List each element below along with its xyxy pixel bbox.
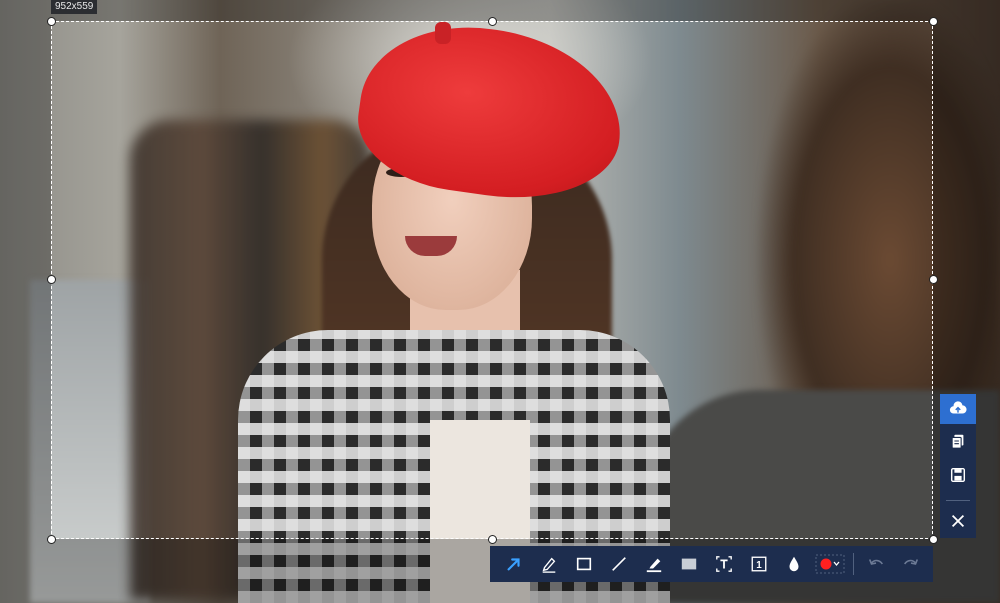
- resize-handle-top-left[interactable]: [47, 17, 56, 26]
- dim-top: [0, 0, 1000, 21]
- rectangle-tool-button[interactable]: [566, 546, 601, 582]
- undo-icon: [868, 559, 883, 565]
- annotation-toolbar: 1: [490, 546, 933, 582]
- selection-size-label: 952x559: [51, 0, 98, 14]
- highlighter-icon: [646, 558, 661, 573]
- line-tool-button[interactable]: [601, 546, 636, 582]
- resize-handle-bottom[interactable]: [488, 535, 497, 544]
- arrow-tool-button[interactable]: [496, 546, 531, 582]
- save-icon: [950, 467, 966, 483]
- copy-icon: [951, 434, 964, 449]
- save-button[interactable]: [940, 460, 976, 490]
- close-icon: [951, 514, 965, 528]
- resize-handle-left[interactable]: [47, 275, 56, 284]
- resize-handle-top-right[interactable]: [929, 17, 938, 26]
- step-number-label: 1: [756, 560, 762, 571]
- pen-tool-button[interactable]: [531, 546, 566, 582]
- resize-handle-bottom-left[interactable]: [47, 535, 56, 544]
- color-picker-icon: [815, 554, 845, 574]
- redo-button[interactable]: [893, 546, 928, 582]
- redo-icon: [903, 559, 918, 565]
- selection-rectangle[interactable]: [51, 21, 933, 539]
- step-number-tool-button[interactable]: 1: [741, 546, 776, 582]
- rectangle-icon: [576, 557, 591, 571]
- arrow-icon: [507, 558, 520, 571]
- text-icon: [715, 556, 732, 572]
- copy-button[interactable]: [940, 426, 976, 456]
- line-icon: [611, 557, 626, 571]
- text-tool-button[interactable]: [706, 546, 741, 582]
- sidebar-divider: [946, 500, 970, 501]
- color-picker-button[interactable]: [811, 546, 849, 582]
- toolbar-divider: [853, 553, 854, 575]
- drop-icon: [789, 556, 798, 572]
- dim-left: [0, 21, 51, 539]
- fill-tool-button[interactable]: [776, 546, 811, 582]
- pen-icon: [542, 557, 555, 573]
- resize-handle-top[interactable]: [488, 17, 497, 26]
- action-sidebar: [940, 394, 976, 538]
- resize-handle-right[interactable]: [929, 275, 938, 284]
- undo-button[interactable]: [858, 546, 893, 582]
- cloud-upload-icon: [949, 401, 967, 414]
- upload-button[interactable]: [940, 394, 976, 424]
- blur-icon: [681, 558, 696, 570]
- step-number-icon: 1: [751, 556, 766, 572]
- highlighter-tool-button[interactable]: [636, 546, 671, 582]
- resize-handle-bottom-right[interactable]: [929, 535, 938, 544]
- blur-tool-button[interactable]: [671, 546, 706, 582]
- close-button[interactable]: [940, 506, 976, 536]
